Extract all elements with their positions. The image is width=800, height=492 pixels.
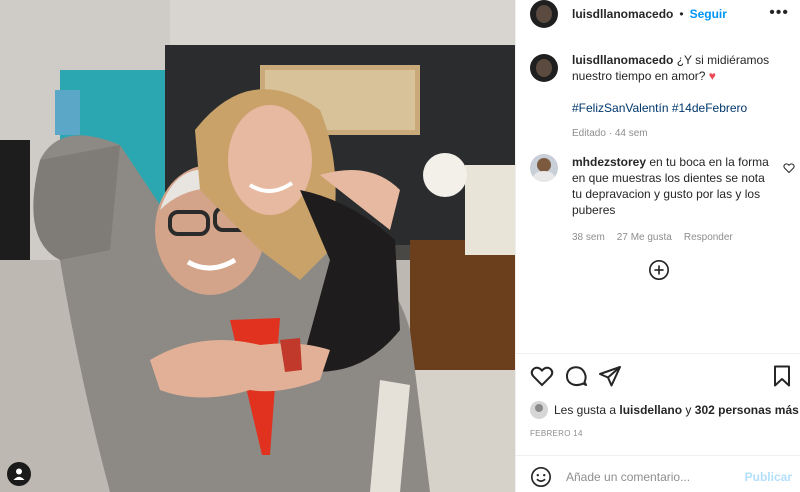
comment-username[interactable]: mhdezstorey (572, 155, 646, 169)
action-bar (530, 364, 792, 390)
post-caption: luisdllanomacedo ¿Y si midiéramos nuestr… (530, 52, 790, 142)
actions-divider (516, 353, 800, 354)
emoji-smiley-icon[interactable] (530, 466, 552, 488)
comment-body: mhdezstorey en tu boca en la forma en qu… (572, 154, 772, 246)
more-comments-plus-icon[interactable] (648, 259, 670, 281)
likes-summary: Les gusta a luisdellano y 302 personas m… (530, 401, 799, 419)
comment-item: mhdezstorey en tu boca en la forma en qu… (530, 154, 795, 246)
share-send-icon[interactable] (598, 364, 622, 388)
comment-reply-button[interactable]: Responder (684, 230, 733, 246)
like-heart-icon[interactable] (530, 364, 554, 388)
caption-username[interactable]: luisdllanomacedo (572, 53, 673, 67)
commenter-avatar[interactable] (530, 154, 558, 182)
comment-age[interactable]: 38 sem (572, 230, 605, 246)
comment-input[interactable] (566, 470, 736, 484)
caption-meta: Editado · 44 sem (572, 128, 648, 139)
comment-meta: 38 sem 27 Me gusta Responder (572, 230, 772, 246)
author-username[interactable]: luisdllanomacedo (572, 7, 673, 21)
liker-avatar[interactable] (530, 401, 548, 419)
author-avatar[interactable] (530, 0, 558, 28)
caption-body: luisdllanomacedo ¿Y si midiéramos nuestr… (572, 52, 790, 142)
edited-label: Editado (572, 128, 606, 139)
likes-prefix: Les gusta a (554, 403, 617, 417)
post-side-panel: luisdllanomacedo • Seguir ••• luisdllano… (515, 0, 800, 492)
comment-heart-icon[interactable] (783, 162, 795, 174)
instagram-post-viewer: luisdllanomacedo • Seguir ••• luisdllano… (0, 0, 800, 492)
comment-composer: Publicar (530, 466, 792, 488)
likes-others[interactable]: 302 personas más (695, 403, 799, 417)
post-photo[interactable] (0, 0, 515, 492)
tagged-user-icon[interactable] (7, 462, 31, 486)
comment-likes[interactable]: 27 Me gusta (617, 230, 672, 246)
publish-button[interactable]: Publicar (745, 470, 792, 484)
post-header: luisdllanomacedo • Seguir ••• (516, 0, 800, 28)
save-bookmark-icon[interactable] (770, 364, 794, 388)
header-separator: • (679, 7, 684, 21)
compose-divider (516, 455, 800, 456)
caption-avatar[interactable] (530, 54, 558, 82)
post-date[interactable]: FEBRERO 14 (530, 429, 583, 438)
caption-hashtags[interactable]: #FelizSanValentín #14deFebrero (572, 100, 790, 116)
comment-bubble-icon[interactable] (564, 364, 588, 388)
follow-button[interactable]: Seguir (690, 7, 727, 21)
post-photo-illustration (0, 0, 515, 492)
person-icon (13, 468, 25, 480)
likes-user[interactable]: luisdellano (619, 403, 682, 417)
caption-age: 44 sem (614, 128, 648, 139)
red-heart-emoji: ♥ (708, 69, 716, 83)
more-options-button[interactable]: ••• (769, 4, 789, 22)
likes-joiner: y (685, 403, 692, 417)
